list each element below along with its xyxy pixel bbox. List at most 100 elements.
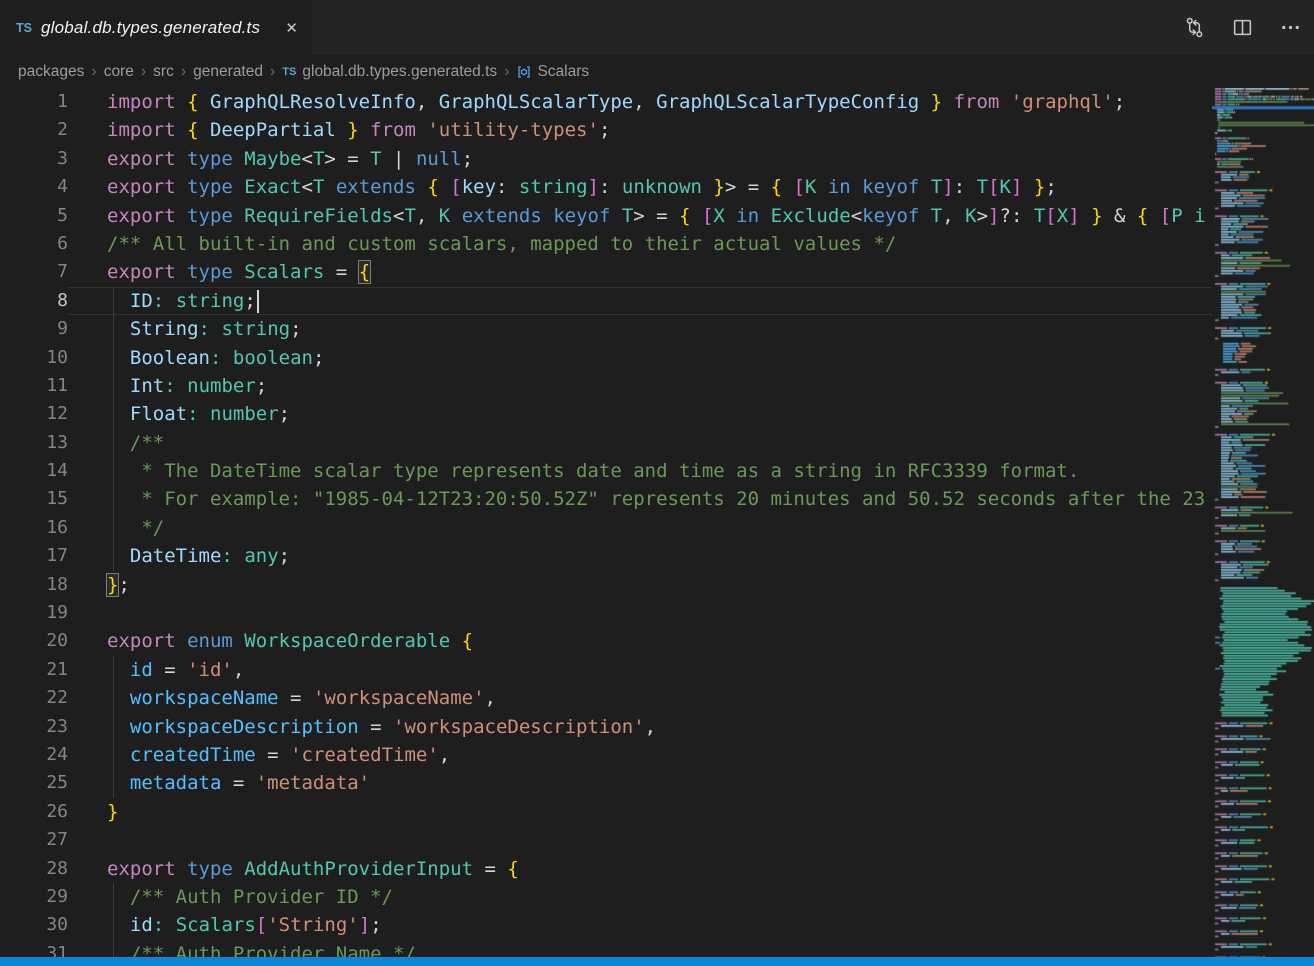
line-number: 26 xyxy=(0,798,68,826)
code-line[interactable]: 28export type AddAuthProviderInput = { xyxy=(0,855,1212,883)
code-line[interactable]: 29 /** Auth Provider ID */ xyxy=(0,883,1212,911)
line-number: 22 xyxy=(0,684,68,712)
line-number: 15 xyxy=(0,485,68,513)
indent-guide xyxy=(113,287,114,315)
breadcrumb-separator: › xyxy=(181,63,186,81)
typescript-file-icon: TS xyxy=(16,21,32,35)
line-content xyxy=(68,599,1212,627)
code-line[interactable]: 20export enum WorkspaceOrderable { xyxy=(0,627,1212,655)
line-content: import { DeepPartial } from 'utility-typ… xyxy=(68,116,1212,144)
code-line[interactable]: 1import { GraphQLResolveInfo, GraphQLSca… xyxy=(0,88,1212,116)
line-number: 8 xyxy=(0,287,68,315)
status-bar xyxy=(0,957,1314,966)
line-content: Boolean: boolean; xyxy=(68,344,1212,372)
breadcrumb-separator: › xyxy=(91,63,96,81)
code-line[interactable]: 3export type Maybe<T> = T | null; xyxy=(0,145,1212,173)
indent-guide xyxy=(113,769,114,797)
line-number: 17 xyxy=(0,542,68,570)
breadcrumb: packages›core›src›generated›TSglobal.db.… xyxy=(0,55,1314,88)
code-line[interactable]: 8 ID: string; xyxy=(0,287,1212,315)
line-content: */ xyxy=(68,514,1212,542)
code-line[interactable]: 6/** All built-in and custom scalars, ma… xyxy=(0,230,1212,258)
line-number: 4 xyxy=(0,173,68,201)
editor[interactable]: 1import { GraphQLResolveInfo, GraphQLSca… xyxy=(0,88,1314,966)
code-line[interactable]: 25 metadata = 'metadata' xyxy=(0,769,1212,797)
code-line[interactable]: 4export type Exact<T extends { [key: str… xyxy=(0,173,1212,201)
line-number: 19 xyxy=(0,599,68,627)
indent-guide xyxy=(113,684,114,712)
line-content: export type AddAuthProviderInput = { xyxy=(68,855,1212,883)
breadcrumb-item-src[interactable]: src xyxy=(153,63,174,81)
line-number: 18 xyxy=(0,571,68,599)
code-line[interactable]: 2import { DeepPartial } from 'utility-ty… xyxy=(0,116,1212,144)
line-content: ID: string; xyxy=(68,287,1212,315)
breadcrumb-item-packages[interactable]: packages xyxy=(18,63,84,81)
line-content: export type Maybe<T> = T | null; xyxy=(68,145,1212,173)
line-content: id = 'id', xyxy=(68,656,1212,684)
split-editor-icon[interactable] xyxy=(1230,16,1254,40)
line-content: workspaceName = 'workspaceName', xyxy=(68,684,1212,712)
line-content: metadata = 'metadata' xyxy=(68,769,1212,797)
breadcrumb-item-file[interactable]: TSglobal.db.types.generated.ts xyxy=(282,63,497,81)
tab-close-icon[interactable]: ✕ xyxy=(281,17,302,39)
code-line[interactable]: 26} xyxy=(0,798,1212,826)
code-line[interactable]: 15 * For example: "1985-04-12T23:20:50.5… xyxy=(0,485,1212,513)
line-number: 14 xyxy=(0,457,68,485)
indent-guide xyxy=(113,315,114,343)
code-line[interactable]: 19 xyxy=(0,599,1212,627)
open-changes-icon[interactable] xyxy=(1182,16,1206,40)
indent-guide xyxy=(113,344,114,372)
line-number: 29 xyxy=(0,883,68,911)
more-actions-icon[interactable] xyxy=(1278,16,1302,40)
line-number: 3 xyxy=(0,145,68,173)
line-content: Int: number; xyxy=(68,372,1212,400)
code-line[interactable]: 13 /** xyxy=(0,429,1212,457)
breadcrumb-item-generated[interactable]: generated xyxy=(193,63,263,81)
code-line[interactable]: 27 xyxy=(0,826,1212,854)
code-line[interactable]: 21 id = 'id', xyxy=(0,656,1212,684)
indent-guide xyxy=(113,400,114,428)
indent-guide xyxy=(113,372,114,400)
tab-bar: TS global.db.types.generated.ts ✕ xyxy=(0,0,1314,55)
code-line[interactable]: 7export type Scalars = { xyxy=(0,258,1212,286)
line-content: id: Scalars['String']; xyxy=(68,911,1212,939)
code-line[interactable]: 23 workspaceDescription = 'workspaceDesc… xyxy=(0,713,1212,741)
tab-global-db-types-generated[interactable]: TS global.db.types.generated.ts ✕ xyxy=(0,0,312,55)
minimap[interactable] xyxy=(1212,88,1314,957)
code-line[interactable]: 17 DateTime: any; xyxy=(0,542,1212,570)
breadcrumb-separator: › xyxy=(141,63,146,81)
breadcrumb-item-core[interactable]: core xyxy=(104,63,134,81)
indent-guide xyxy=(113,741,114,769)
code-line[interactable]: 30 id: Scalars['String']; xyxy=(0,911,1212,939)
line-content: /** xyxy=(68,429,1212,457)
line-content: export type Scalars = { xyxy=(68,258,1212,286)
breadcrumb-item-symbol[interactable]: Scalars xyxy=(516,63,589,81)
code-line[interactable]: 24 createdTime = 'createdTime', xyxy=(0,741,1212,769)
text-cursor xyxy=(257,290,259,313)
line-content: /** All built-in and custom scalars, map… xyxy=(68,230,1212,258)
line-content: * The DateTime scalar type represents da… xyxy=(68,457,1212,485)
code-line[interactable]: 11 Int: number; xyxy=(0,372,1212,400)
line-content: String: string; xyxy=(68,315,1212,343)
line-number: 20 xyxy=(0,627,68,655)
code-line[interactable]: 5export type RequireFields<T, K extends … xyxy=(0,202,1212,230)
code-line[interactable]: 10 Boolean: boolean; xyxy=(0,344,1212,372)
indent-guide xyxy=(113,911,114,939)
code-line[interactable]: 9 String: string; xyxy=(0,315,1212,343)
code-line[interactable]: 14 * The DateTime scalar type represents… xyxy=(0,457,1212,485)
code-line[interactable]: 22 workspaceName = 'workspaceName', xyxy=(0,684,1212,712)
line-content: export enum WorkspaceOrderable { xyxy=(68,627,1212,655)
code-line[interactable]: 18}; xyxy=(0,571,1212,599)
typescript-file-icon: TS xyxy=(282,66,296,78)
line-number: 12 xyxy=(0,400,68,428)
code-line[interactable]: 12 Float: number; xyxy=(0,400,1212,428)
line-content: import { GraphQLResolveInfo, GraphQLScal… xyxy=(68,88,1212,116)
indent-guide xyxy=(113,713,114,741)
symbol-type-icon xyxy=(516,64,532,80)
line-number: 6 xyxy=(0,230,68,258)
code-line[interactable]: 16 */ xyxy=(0,514,1212,542)
line-number: 2 xyxy=(0,116,68,144)
line-content: createdTime = 'createdTime', xyxy=(68,741,1212,769)
line-number: 23 xyxy=(0,713,68,741)
line-content: export type RequireFields<T, K extends k… xyxy=(68,202,1212,230)
